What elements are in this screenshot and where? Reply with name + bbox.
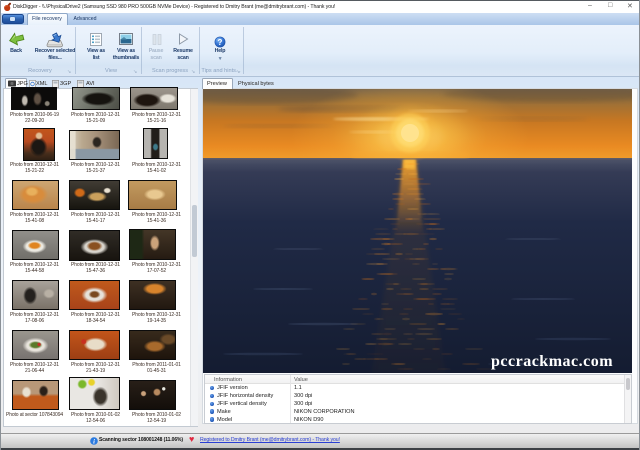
svg-text:i: i [93,438,95,445]
svg-text:?: ? [218,38,223,47]
